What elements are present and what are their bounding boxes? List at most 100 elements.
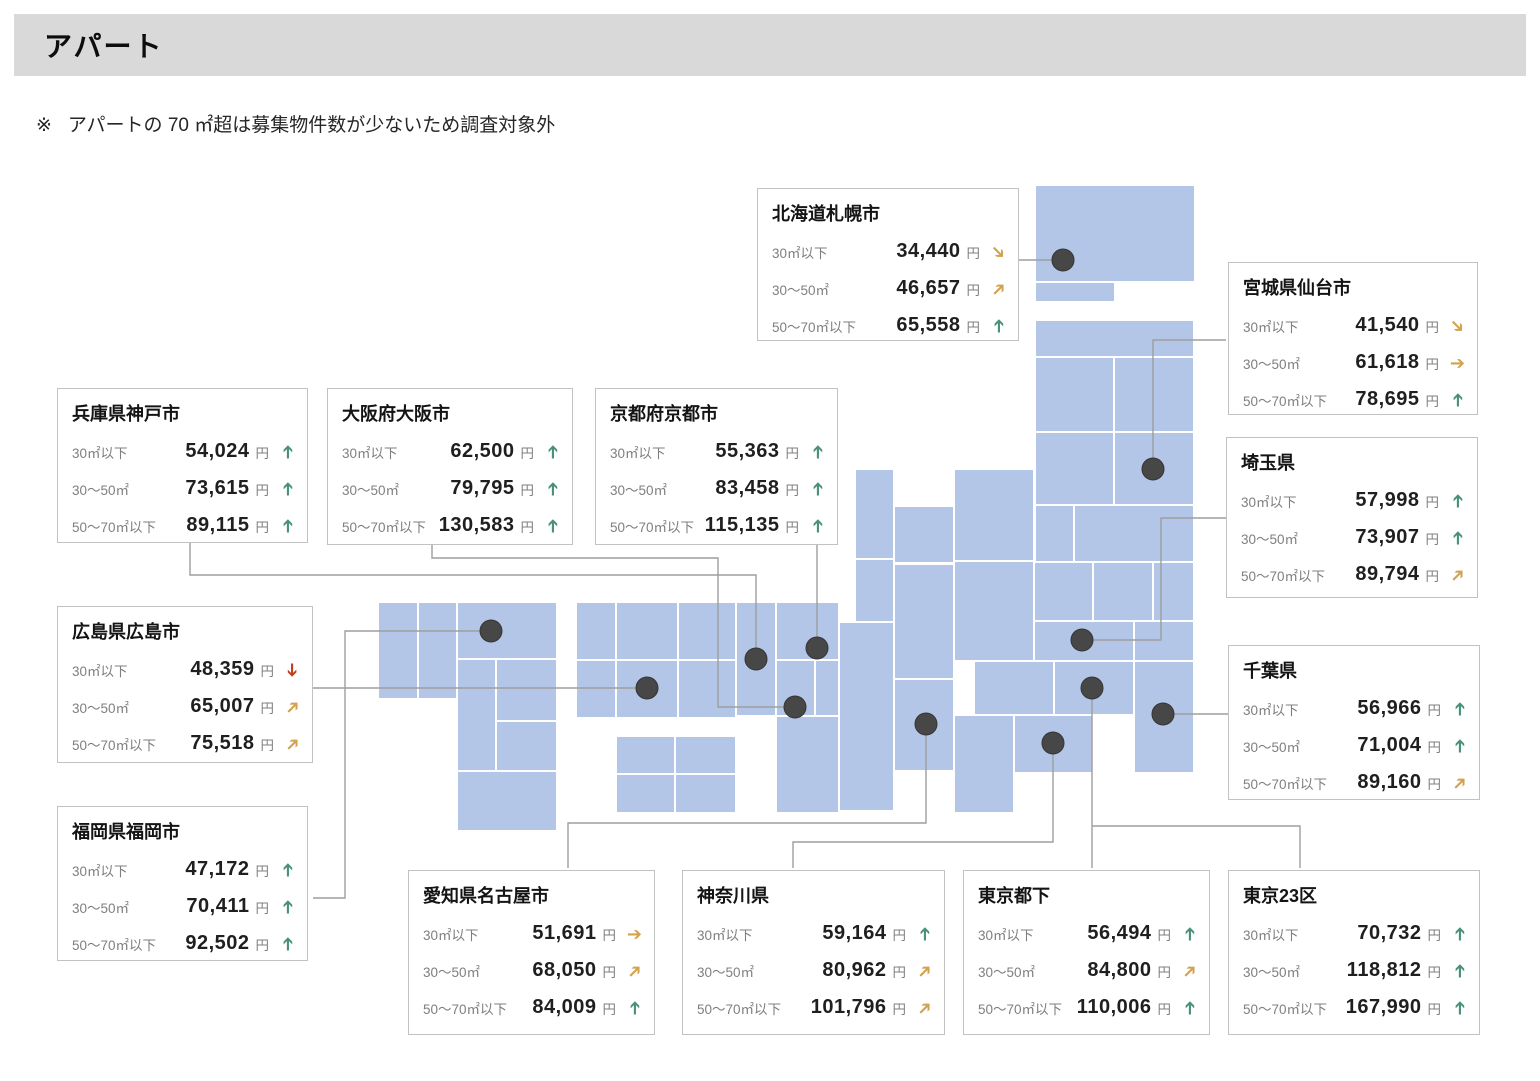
region-title: 埼玉県: [1241, 449, 1465, 475]
trend-up-arrow-icon: ➔: [1450, 738, 1468, 753]
trend-right-arrow-icon: ➔: [1439, 354, 1465, 372]
price-row: 30㎡以下51,691円➔: [423, 922, 642, 945]
trend-up-arrow-icon: ➔: [1450, 701, 1468, 716]
yen-suffix: 円: [967, 316, 981, 336]
region-title: 京都府京都市: [610, 400, 825, 426]
region-box-kyoto: 京都府京都市30㎡以下55,363円➔30〜50㎡83,458円➔50〜70㎡以…: [595, 388, 838, 545]
yen-suffix: 円: [1426, 528, 1440, 548]
size-range-label: 50〜70㎡以下: [697, 998, 791, 1018]
trend-up-arrow-icon: ➔: [1450, 963, 1468, 978]
price-value: 34,440: [866, 240, 961, 263]
trend-up-right-arrow-icon: ➔: [1439, 566, 1465, 584]
map-tile: [617, 737, 674, 773]
city-marker-hiroshima: [636, 677, 658, 699]
price-value: 118,812: [1337, 959, 1422, 982]
size-range-label: 30㎡以下: [697, 924, 791, 944]
trend-up-right-arrow-icon: ➔: [1178, 959, 1201, 982]
yen-suffix: 円: [261, 734, 275, 754]
trend-right-arrow-icon: ➔: [627, 925, 642, 943]
price-value: 62,500: [436, 440, 515, 463]
trend-up-arrow-icon: ➔: [543, 481, 561, 496]
trend-up-arrow-icon: ➔: [906, 925, 932, 943]
size-range-label: 50〜70㎡以下: [1243, 773, 1337, 793]
size-range-label: 30㎡以下: [978, 924, 1072, 944]
size-range-label: 30㎡以下: [772, 242, 866, 262]
price-value: 89,160: [1337, 771, 1422, 794]
map-tile: [1075, 506, 1193, 561]
price-value: 59,164: [791, 922, 887, 945]
region-box-sendai: 宮城県仙台市30㎡以下41,540円➔30〜50㎡61,618円➔50〜70㎡以…: [1228, 262, 1478, 415]
trend-up-arrow-icon: ➔: [1441, 962, 1467, 980]
price-value: 57,998: [1335, 489, 1420, 512]
yen-suffix: 円: [256, 479, 270, 499]
price-row: 30㎡以下34,440円➔: [772, 240, 1006, 263]
trend-up-right-arrow-icon: ➔: [906, 962, 932, 980]
yen-suffix: 円: [893, 924, 907, 944]
trend-up-arrow-icon: ➔: [1180, 1000, 1198, 1015]
price-row: 30㎡以下48,359円➔: [72, 658, 300, 681]
size-range-label: 50〜70㎡以下: [1243, 390, 1337, 410]
yen-suffix: 円: [521, 479, 535, 499]
trend-up-arrow-icon: ➔: [799, 480, 825, 498]
city-marker-kobe: [745, 648, 767, 670]
map-tile: [1036, 506, 1073, 561]
map-tile: [777, 717, 838, 812]
trend-down-right-arrow-icon: ➔: [987, 240, 1010, 263]
region-title: 大阪府大阪市: [342, 400, 560, 426]
size-range-label: 30〜50㎡: [1243, 353, 1337, 373]
trend-up-arrow-icon: ➔: [1171, 925, 1197, 943]
trend-up-right-arrow-icon: ➔: [906, 999, 932, 1017]
yen-suffix: 円: [1158, 998, 1172, 1018]
trend-up-right-arrow-icon: ➔: [987, 277, 1010, 300]
region-box-tokyo23: 東京23区30㎡以下70,732円➔30〜50㎡118,812円➔50〜70㎡以…: [1228, 870, 1480, 1035]
map-tile: [679, 661, 735, 717]
price-row: 50〜70㎡以下89,794円➔: [1241, 563, 1465, 586]
map-tile: [617, 775, 674, 812]
map-tile: [497, 660, 556, 720]
price-row: 50〜70㎡以下167,990円➔: [1243, 996, 1467, 1019]
region-box-hiroshima: 広島県広島市30㎡以下48,359円➔30〜50㎡65,007円➔50〜70㎡以…: [57, 606, 313, 763]
yen-suffix: 円: [256, 934, 270, 954]
price-row: 50〜70㎡以下101,796円➔: [697, 996, 932, 1019]
size-range-label: 30〜50㎡: [72, 479, 166, 499]
price-row: 30㎡以下57,998円➔: [1241, 489, 1465, 512]
city-marker-fukuoka: [480, 620, 502, 642]
price-row: 30㎡以下56,494円➔: [978, 922, 1197, 945]
yen-suffix: 円: [603, 961, 617, 981]
yen-suffix: 円: [1426, 390, 1440, 410]
map-tile: [1036, 433, 1113, 504]
region-box-kobe: 兵庫県神戸市30㎡以下54,024円➔30〜50㎡73,615円➔50〜70㎡以…: [57, 388, 308, 543]
map-tile: [856, 470, 893, 558]
trend-up-arrow-icon: ➔: [269, 861, 295, 879]
trend-up-arrow-icon: ➔: [543, 444, 561, 459]
price-row: 50〜70㎡以下75,518円➔: [72, 732, 300, 755]
price-row: 50〜70㎡以下115,135円➔: [610, 514, 825, 537]
callout-connector-line: [1092, 826, 1300, 868]
price-row: 30〜50㎡46,657円➔: [772, 277, 1006, 300]
size-range-label: 30㎡以下: [1243, 924, 1337, 944]
price-value: 78,695: [1337, 388, 1420, 411]
price-value: 167,990: [1337, 996, 1422, 1019]
region-box-nagoya: 愛知県名古屋市30㎡以下51,691円➔30〜50㎡68,050円➔50〜70㎡…: [408, 870, 655, 1035]
size-range-label: 30㎡以下: [72, 442, 166, 462]
price-value: 61,618: [1337, 351, 1420, 374]
map-tile: [577, 603, 615, 659]
price-row: 30〜50㎡80,962円➔: [697, 959, 932, 982]
price-value: 41,540: [1337, 314, 1420, 337]
map-tile: [1036, 321, 1193, 356]
trend-up-arrow-icon: ➔: [534, 480, 560, 498]
price-value: 46,657: [866, 277, 961, 300]
size-range-label: 50〜70㎡以下: [423, 998, 517, 1018]
price-value: 70,732: [1337, 922, 1422, 945]
price-row: 30〜50㎡70,411円➔: [72, 895, 295, 918]
yen-suffix: 円: [256, 516, 270, 536]
map-tile: [895, 565, 953, 678]
city-marker-nagoya: [915, 713, 937, 735]
size-range-label: 50〜70㎡以下: [610, 516, 704, 536]
size-range-label: 30〜50㎡: [610, 479, 704, 499]
price-row: 30〜50㎡71,004円➔: [1243, 734, 1467, 757]
price-value: 101,796: [791, 996, 887, 1019]
trend-up-arrow-icon: ➔: [1441, 925, 1467, 943]
yen-suffix: 円: [603, 924, 617, 944]
price-value: 89,794: [1335, 563, 1420, 586]
